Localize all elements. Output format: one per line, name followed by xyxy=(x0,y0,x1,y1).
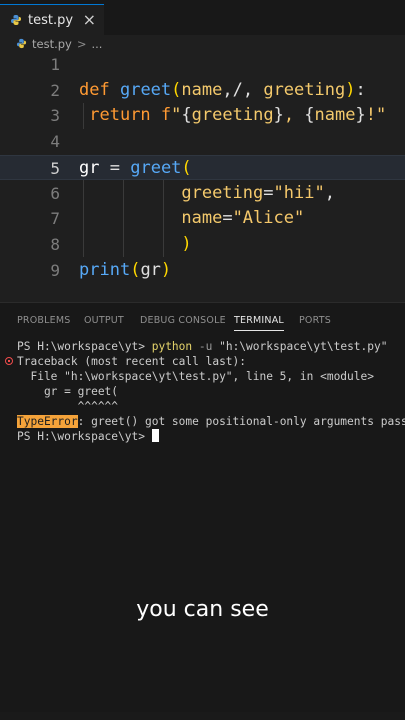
code-text: return f"{greeting}, {name}!" xyxy=(89,105,387,126)
line-number: 6 xyxy=(50,183,60,203)
terminal-code-line: gr = greet( xyxy=(17,385,119,398)
code-text: greeting="hii", xyxy=(181,182,335,203)
terminal-command-line: PS H:\workspace\yt> python -u "h:\worksp… xyxy=(17,339,387,354)
terminal-cursor xyxy=(151,429,159,442)
code-line: 9 print(gr) xyxy=(0,258,405,284)
terminal-prompt-line: PS H:\workspace\yt> xyxy=(17,429,159,444)
error-type: TypeError xyxy=(17,415,78,428)
status-bar xyxy=(0,712,405,720)
breadcrumb: test.py > ... xyxy=(0,35,405,52)
terminal-error-line: TypeError: greet() got some positional-o… xyxy=(17,414,405,429)
code-line: 6 greeting="hii", xyxy=(0,181,405,207)
code-line: 8 ) xyxy=(0,232,405,258)
code-line: 3 return f"{greeting}, {name}!" xyxy=(0,103,405,129)
tab-debug-console[interactable]: DEBUG CONSOLE xyxy=(140,315,226,326)
terminal-traceback: Traceback (most recent call last): xyxy=(17,355,247,368)
panel-tab-bar: PROBLEMS OUTPUT DEBUG CONSOLE TERMINAL P… xyxy=(0,303,405,337)
terminal[interactable]: PS H:\workspace\yt> python -u "h:\worksp… xyxy=(0,337,405,720)
line-number: 5 xyxy=(50,158,60,178)
line-number: 8 xyxy=(50,234,60,254)
code-editor[interactable]: 1 2 def greet(name,/, greeting): 3 retur… xyxy=(0,52,405,302)
line-number: 9 xyxy=(50,260,60,280)
tab-ports[interactable]: PORTS xyxy=(299,315,331,326)
terminal-command: python xyxy=(151,340,193,353)
python-file-icon xyxy=(11,15,21,25)
tab-terminal[interactable]: TERMINAL xyxy=(234,315,284,331)
code-line-current: 5 gr = greet( xyxy=(0,154,405,181)
line-number: 3 xyxy=(50,106,60,126)
tab-test-py[interactable]: test.py × xyxy=(0,4,104,35)
code-text: print(gr) xyxy=(79,259,172,280)
terminal-flag: -u xyxy=(192,340,220,353)
breadcrumb-separator: > xyxy=(76,36,87,51)
terminal-carets: ^^^^^^ xyxy=(17,400,119,413)
indent-guide xyxy=(83,103,84,129)
code-text: gr = greet( xyxy=(79,157,192,178)
indent-guide xyxy=(163,180,164,257)
code-line: 1 xyxy=(0,52,405,78)
indent-guide xyxy=(123,180,124,257)
tab-label: test.py xyxy=(28,12,74,28)
code-text: ) xyxy=(181,233,192,254)
breadcrumb-more[interactable]: ... xyxy=(92,37,103,51)
line-number: 4 xyxy=(50,132,60,152)
tab-output[interactable]: OUTPUT xyxy=(84,315,124,326)
error-message: : greet() got some positional-only argum… xyxy=(77,415,405,428)
code-line: 4 xyxy=(0,129,405,155)
terminal-prompt: PS H:\workspace\yt> xyxy=(17,430,152,443)
code-line: 2 def greet(name,/, greeting): xyxy=(0,78,405,104)
error-circle-icon xyxy=(5,357,13,365)
breadcrumb-file[interactable]: test.py xyxy=(32,37,72,51)
code-line: 7 name="Alice" xyxy=(0,206,405,232)
editor-tab-bar: test.py × xyxy=(0,0,405,35)
python-file-icon xyxy=(16,38,27,49)
tab-problems[interactable]: PROBLEMS xyxy=(17,315,70,326)
indent-guide xyxy=(83,180,84,257)
terminal-path: "h:\workspace\yt\test.py" xyxy=(219,340,388,353)
line-number: 2 xyxy=(50,80,60,100)
code-text: name="Alice" xyxy=(181,208,305,229)
terminal-file-line: File "h:\workspace\yt\test.py", line 5, … xyxy=(17,370,374,383)
code-text: def greet(name,/, greeting): xyxy=(79,79,366,100)
line-number: 1 xyxy=(50,55,60,74)
terminal-prompt: PS H:\workspace\yt> xyxy=(17,340,152,353)
video-subtitle: you can see xyxy=(136,597,269,622)
line-number: 7 xyxy=(50,209,60,229)
close-icon[interactable]: × xyxy=(83,10,96,29)
